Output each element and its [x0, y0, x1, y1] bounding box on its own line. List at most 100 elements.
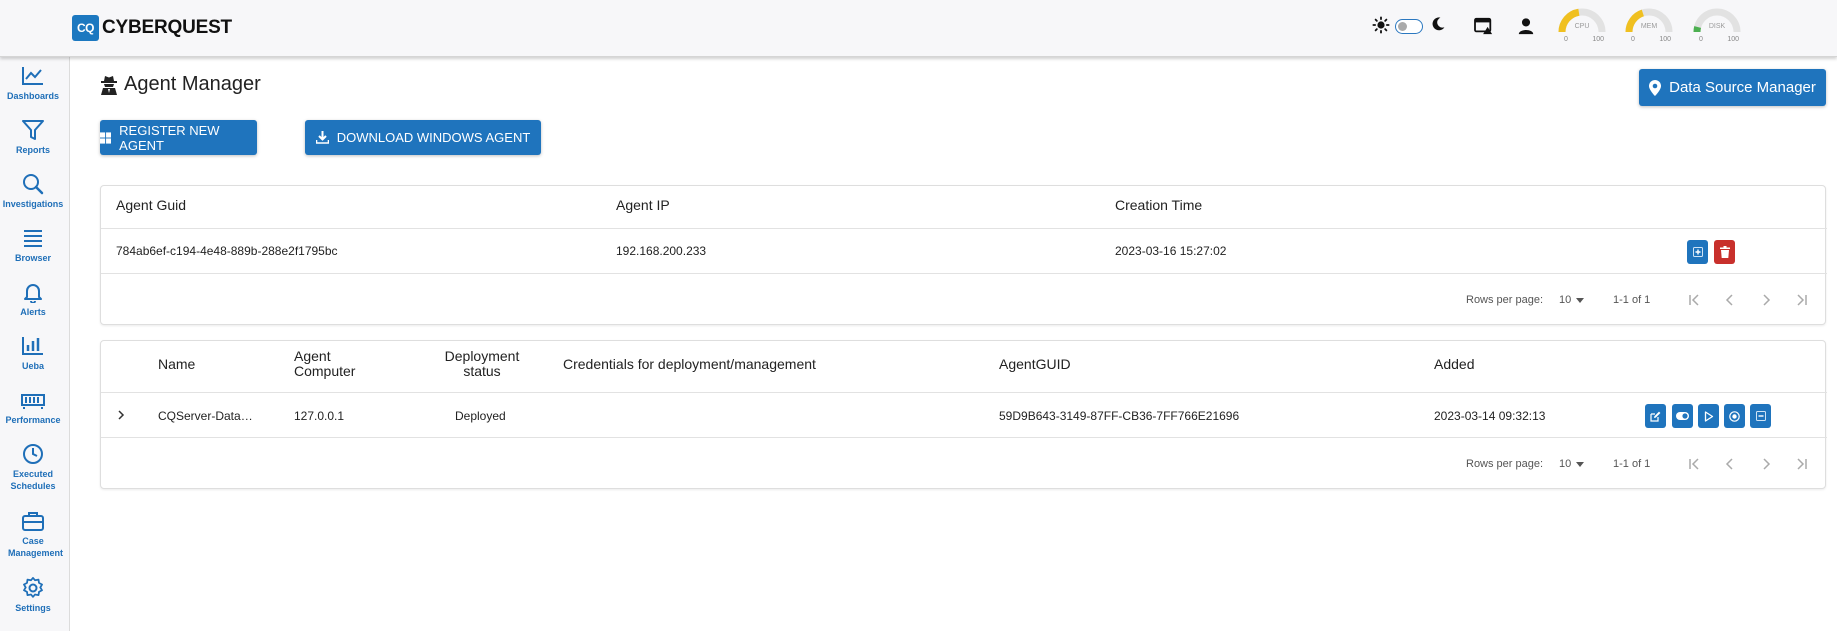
play-icon [1704, 410, 1713, 422]
agent-spy-icon [101, 75, 117, 95]
column-header-agent-computer[interactable]: Agent Computer [294, 349, 374, 379]
sidebar-item-label: Executed Schedules [10, 469, 56, 491]
column-header-agentguid[interactable]: AgentGUID [999, 356, 1071, 372]
expand-row-chevron-icon[interactable] [115, 409, 127, 421]
chart-line-icon [22, 67, 43, 85]
windows-icon [100, 131, 112, 144]
next-page-icon[interactable] [1759, 293, 1773, 307]
disk-gauge-arc [1693, 8, 1741, 33]
sidebar-item-label: Case Management [8, 536, 64, 558]
previous-page-icon[interactable] [1723, 293, 1737, 307]
sidebar-item-reports[interactable]: Reports [0, 119, 66, 156]
gear-icon [23, 577, 43, 598]
download-windows-agent-label: DOWNLOAD WINDOWS AGENT [336, 130, 531, 145]
cpu-gauge-max: 100 [1592, 36, 1604, 43]
first-page-icon[interactable] [1687, 293, 1701, 307]
row-divider [101, 437, 1827, 438]
memory-icon [21, 394, 45, 409]
sidebar-item-label: Dashboards [6, 91, 59, 101]
page-title-text: Agent Manager [124, 73, 261, 95]
map-pin-icon [1649, 79, 1662, 96]
column-header-added[interactable]: Added [1434, 356, 1474, 372]
disk-gauge-min: 0 [1699, 36, 1703, 43]
rows-per-page-label: Rows per page: [1466, 294, 1544, 306]
sidebar-item-investigations[interactable]: Investigations [0, 173, 66, 210]
stop-source-button[interactable] [1724, 404, 1745, 428]
delete-agent-button[interactable] [1714, 240, 1735, 264]
cpu-gauge-min: 0 [1564, 36, 1568, 43]
plus-square-icon [1692, 247, 1703, 257]
mem-gauge: MEM 0 100 [1625, 8, 1673, 46]
creation-time-cell: 2023-03-16 15:27:02 [1115, 244, 1227, 258]
toggle-icon [1676, 412, 1689, 420]
last-page-icon[interactable] [1795, 457, 1809, 471]
next-page-icon[interactable] [1759, 457, 1773, 471]
minus-square-icon [1755, 411, 1766, 421]
edit-source-button[interactable] [1645, 404, 1666, 428]
moon-icon[interactable] [1430, 16, 1446, 32]
app-logo[interactable]: CQ CYBERQUEST [72, 15, 232, 41]
list-icon [24, 230, 42, 247]
rows-per-page-select[interactable]: 10 [1559, 458, 1584, 470]
column-header-deployment-status[interactable]: Deployment status [427, 349, 537, 379]
last-page-icon[interactable] [1795, 293, 1809, 307]
page-title: Agent Manager [100, 73, 261, 96]
remove-source-button[interactable] [1750, 404, 1771, 428]
sidebar-item-alerts[interactable]: Alerts [0, 281, 66, 318]
source-name-cell: CQServer-Data… [158, 409, 253, 423]
column-header-credentials[interactable]: Credentials for deployment/management [563, 356, 816, 372]
toggle-source-button[interactable] [1672, 404, 1693, 428]
first-page-icon[interactable] [1687, 457, 1701, 471]
header-divider [101, 228, 1827, 229]
column-header-creation-time[interactable]: Creation Time [1115, 197, 1202, 213]
column-header-agent-ip[interactable]: Agent IP [616, 197, 670, 213]
column-header-agent-guid[interactable]: Agent Guid [116, 197, 186, 213]
sidebar-item-case-management[interactable]: Case Management [0, 510, 66, 559]
header-divider [101, 392, 1827, 393]
agent-computer-cell: 127.0.0.1 [294, 409, 345, 423]
previous-page-icon[interactable] [1723, 457, 1737, 471]
mem-gauge-min: 0 [1631, 36, 1635, 43]
sidebar-item-label: Ueba [21, 361, 44, 371]
sidebar-item-browser[interactable]: Browser [0, 227, 66, 264]
agentguid-cell: 59D9B643-3149-87FF-CB36-7FF766E21696 [999, 409, 1240, 423]
window-alert-icon[interactable] [1474, 17, 1494, 35]
pagination-range: 1-1 of 1 [1613, 458, 1651, 470]
column-header-name[interactable]: Name [158, 356, 195, 372]
sidebar-item-executed-schedules[interactable]: Executed Schedules [0, 443, 66, 492]
mem-gauge-arc [1625, 8, 1673, 33]
rows-per-page-select[interactable]: 10 [1559, 294, 1584, 306]
register-new-agent-label: REGISTER NEW AGENT [119, 122, 220, 153]
mem-gauge-label: MEM [1640, 23, 1658, 30]
sidebar-item-label: Alerts [20, 307, 46, 317]
chart-bar-icon [22, 337, 43, 355]
sidebar-item-label: Performance [5, 415, 61, 425]
cpu-gauge-arc [1558, 8, 1606, 33]
data-sources-table: Name Agent Computer Deployment status Cr… [100, 340, 1827, 489]
agent-ip-cell: 192.168.200.233 [616, 244, 707, 258]
pagination-range: 1-1 of 1 [1613, 294, 1651, 306]
agents-table: Agent Guid Agent IP Creation Time 784ab6… [100, 185, 1827, 325]
logo-text: CYBERQUEST [102, 17, 232, 38]
theme-toggle[interactable] [1395, 19, 1423, 34]
register-new-agent-button[interactable]: REGISTER NEW AGENT [100, 120, 257, 155]
sun-icon[interactable] [1372, 16, 1390, 34]
start-source-button[interactable] [1698, 404, 1719, 428]
add-agent-row-button[interactable] [1687, 240, 1708, 264]
rows-per-page-label: Rows per page: [1466, 458, 1544, 470]
sidebar-item-dashboards[interactable]: Dashboards [0, 65, 66, 102]
sidebar-item-settings[interactable]: Settings [0, 577, 66, 614]
briefcase-icon [22, 512, 44, 531]
stop-circle-icon [1729, 410, 1740, 422]
sidebar-item-ueba[interactable]: Ueba [0, 335, 66, 372]
rows-per-page-value: 10 [1559, 294, 1572, 306]
top-bar: CQ CYBERQUEST CPU 0 100 MEM 0 100 DISK 0… [0, 0, 1837, 57]
disk-gauge: DISK 0 100 [1693, 8, 1741, 46]
logo-mark: CQ [72, 15, 99, 41]
user-icon[interactable] [1517, 17, 1535, 35]
download-windows-agent-button[interactable]: DOWNLOAD WINDOWS AGENT [305, 120, 541, 155]
sidebar-item-performance[interactable]: Performance [0, 389, 66, 426]
mem-gauge-max: 100 [1659, 36, 1671, 43]
data-source-manager-button[interactable]: Data Source Manager [1639, 69, 1826, 106]
trash-icon [1719, 246, 1730, 258]
